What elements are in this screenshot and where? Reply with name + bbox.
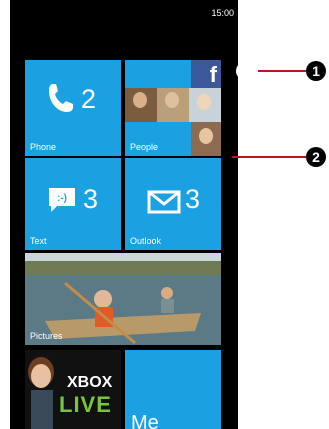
- live-text: LIVE: [59, 392, 112, 417]
- arrow-right-icon: [241, 67, 250, 75]
- outlook-label: Outlook: [130, 236, 162, 246]
- arrow-right-circle-icon[interactable]: [236, 62, 254, 80]
- facebook-icon: f: [191, 60, 221, 88]
- status-time: 15:00: [211, 8, 234, 18]
- envelope-icon: [147, 190, 181, 214]
- me-tile[interactable]: Me: [125, 350, 221, 429]
- callout-line-1: [258, 70, 310, 72]
- phone-icon: [49, 84, 73, 112]
- text-count: 3: [83, 184, 99, 214]
- me-label: Me: [131, 412, 159, 429]
- people-photo: [199, 128, 213, 144]
- text-label: Text: [30, 236, 47, 246]
- people-photo: [165, 92, 179, 108]
- callout-line-2: [232, 156, 310, 158]
- callout-2: 2: [306, 147, 326, 167]
- phone-label: Phone: [30, 142, 57, 152]
- people-tile[interactable]: f People: [125, 60, 221, 156]
- xbox-live-tile[interactable]: XBOX LIVE: [25, 350, 121, 429]
- pictures-tile[interactable]: Pictures: [25, 253, 221, 345]
- phone-screen: 15:00 2 Phone f People :-) 3 Text 3 Outl…: [10, 0, 238, 429]
- pictures-label: Pictures: [30, 331, 63, 341]
- callout-1: 1: [306, 61, 326, 81]
- avatar-icon: [28, 357, 54, 429]
- phone-count: 2: [81, 84, 97, 114]
- people-photo: [197, 94, 211, 110]
- smiley-message-icon: :-): [49, 188, 75, 212]
- phone-tile[interactable]: 2 Phone: [25, 60, 121, 156]
- people-photo: [133, 92, 147, 108]
- xbox-text: XBOX: [67, 374, 113, 391]
- people-label: People: [130, 142, 159, 152]
- svg-text::-): :-): [57, 193, 67, 204]
- text-tile[interactable]: :-) 3 Text: [25, 158, 121, 250]
- outlook-count: 3: [185, 184, 201, 214]
- outlook-tile[interactable]: 3 Outlook: [125, 158, 221, 250]
